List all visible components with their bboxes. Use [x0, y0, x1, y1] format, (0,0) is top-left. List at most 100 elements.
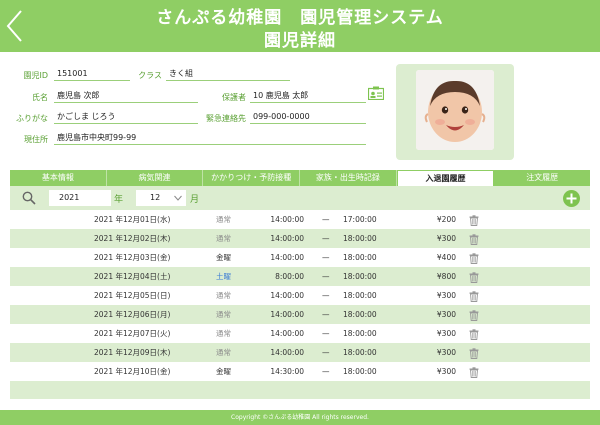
table-row[interactable]: 2021 年12月06日(月) 通常 14:00:00 — 18:00:00 ¥300 — [10, 305, 590, 324]
table-row[interactable]: 2021 年12月03日(金) 金曜 14:00:00 — 18:00:00 ¥400 — [10, 248, 590, 267]
search-icon[interactable] — [22, 191, 36, 205]
photo-frame — [396, 64, 514, 160]
row-check-out: 17:00:00 — [343, 215, 377, 224]
chevron-down-icon — [174, 195, 182, 201]
tab-family-birth[interactable]: 家族・出生時記録 — [300, 170, 397, 186]
list-footer-band — [10, 381, 590, 399]
class-value: きく組 — [166, 67, 290, 81]
name-label: 氏名 — [32, 93, 48, 102]
trash-icon[interactable] — [469, 328, 479, 340]
trash-icon[interactable] — [469, 290, 479, 302]
row-dash: — — [322, 253, 330, 262]
trash-icon[interactable] — [469, 214, 479, 226]
row-date: 2021 年12月10日(金) — [94, 367, 171, 376]
kana-label: ふりがな — [16, 114, 48, 123]
row-check-in: 14:00:00 — [270, 253, 304, 262]
row-check-out: 18:00:00 — [343, 348, 377, 357]
row-check-out: 18:00:00 — [343, 367, 377, 376]
row-date: 2021 年12月02日(木) — [94, 234, 171, 243]
baby-photo-image — [416, 70, 494, 150]
row-type: 通常 — [216, 234, 231, 243]
row-dash: — — [322, 234, 330, 243]
row-check-out: 18:00:00 — [343, 272, 377, 281]
row-price: ¥300 — [436, 234, 456, 243]
kana-value: かごしま じろう — [54, 110, 198, 124]
tab-illness[interactable]: 病気関連 — [107, 170, 204, 186]
tab-clinic-vaccination[interactable]: かかりつけ・予防接種 — [203, 170, 301, 186]
row-price: ¥300 — [436, 329, 456, 338]
plus-circle-icon[interactable] — [563, 190, 580, 207]
row-price: ¥300 — [436, 310, 456, 319]
trash-icon[interactable] — [469, 309, 479, 321]
row-type: 金曜 — [216, 253, 231, 262]
trash-icon[interactable] — [469, 252, 479, 264]
row-dash: — — [322, 348, 330, 357]
trash-icon[interactable] — [469, 271, 479, 283]
address-value: 鹿児島市中央町99-99 — [54, 131, 366, 145]
table-row[interactable]: 2021 年12月09日(木) 通常 14:00:00 — 18:00:00 ¥300 — [10, 343, 590, 362]
row-check-in: 8:00:00 — [275, 272, 304, 281]
emergency-value: 099-000-0000 — [250, 110, 366, 124]
row-check-out: 18:00:00 — [343, 329, 377, 338]
table-row[interactable]: 2021 年12月02日(木) 通常 14:00:00 — 18:00:00 ¥300 — [10, 229, 590, 248]
row-dash: — — [322, 367, 330, 376]
table-row[interactable]: 2021 年12月07日(火) 通常 14:00:00 — 18:00:00 ¥300 — [10, 324, 590, 343]
row-dash: — — [322, 329, 330, 338]
row-price: ¥200 — [436, 215, 456, 224]
class-label: クラス — [138, 71, 162, 80]
row-type: 土曜 — [216, 272, 231, 281]
row-check-out: 18:00:00 — [343, 310, 377, 319]
filter-bar: 年 12 月 — [10, 186, 590, 210]
name-value: 鹿児島 次郎 — [54, 89, 198, 103]
row-check-in: 14:00:00 — [270, 310, 304, 319]
row-check-in: 14:00:00 — [270, 215, 304, 224]
copyright-footer: Copyright ©さんぷる幼稚園 All rights reserved. — [0, 410, 600, 425]
row-date: 2021 年12月09日(木) — [94, 348, 171, 357]
page-title: 園児詳細 — [264, 31, 336, 51]
child-id-label: 園児ID — [23, 71, 48, 80]
row-check-in: 14:00:00 — [270, 291, 304, 300]
row-date: 2021 年12月07日(火) — [94, 329, 171, 338]
guardian-label: 保護者 — [222, 93, 246, 102]
row-price: ¥300 — [436, 348, 456, 357]
row-check-out: 18:00:00 — [343, 253, 377, 262]
row-dash: — — [322, 215, 330, 224]
row-date: 2021 年12月06日(月) — [94, 310, 171, 319]
row-check-in: 14:00:00 — [270, 234, 304, 243]
row-price: ¥300 — [436, 367, 456, 376]
tab-order-history[interactable]: 注文履歴 — [494, 170, 590, 186]
guardian-value: 10 鹿児島 太郎 — [250, 89, 366, 103]
child-photo — [416, 70, 494, 150]
id-card-icon[interactable] — [368, 86, 384, 100]
row-type: 金曜 — [216, 367, 231, 376]
table-row[interactable]: 2021 年12月04日(土) 土曜 8:00:00 — 18:00:00 ¥800 — [10, 267, 590, 286]
trash-icon[interactable] — [469, 347, 479, 359]
year-suffix: 年 — [114, 195, 124, 205]
month-value: 12 — [150, 193, 161, 202]
row-check-in: 14:00:00 — [270, 329, 304, 338]
trash-icon[interactable] — [469, 233, 479, 245]
row-price: ¥300 — [436, 291, 456, 300]
row-price: ¥800 — [436, 272, 456, 281]
row-check-in: 14:00:00 — [270, 348, 304, 357]
tab-basic-info[interactable]: 基本情報 — [10, 170, 107, 186]
child-id-value: 151001 — [54, 67, 130, 81]
trash-icon[interactable] — [469, 366, 479, 378]
row-type: 通常 — [216, 310, 231, 319]
attendance-list: 2021 年12月01日(水) 通常 14:00:00 — 17:00:00 ¥200 20… — [10, 210, 590, 381]
tab-attendance-history[interactable]: 入退園履歴 — [396, 170, 495, 186]
row-dash: — — [322, 272, 330, 281]
app-header: さんぷる幼稚園 園児管理システム 園児詳細 — [0, 0, 600, 52]
row-type: 通常 — [216, 348, 231, 357]
row-date: 2021 年12月03日(金) — [94, 253, 171, 262]
row-dash: — — [322, 291, 330, 300]
year-input[interactable] — [49, 190, 111, 206]
month-select[interactable]: 12 — [136, 190, 186, 206]
row-check-in: 14:30:00 — [270, 367, 304, 376]
detail-tabs: 基本情報 病気関連 かかりつけ・予防接種 家族・出生時記録 入退園履歴 注文履歴 — [10, 170, 590, 186]
month-suffix: 月 — [190, 195, 200, 205]
table-row[interactable]: 2021 年12月01日(水) 通常 14:00:00 — 17:00:00 ¥200 — [10, 210, 590, 229]
table-row[interactable]: 2021 年12月10日(金) 金曜 14:30:00 — 18:00:00 ¥300 — [10, 362, 590, 381]
row-date: 2021 年12月01日(水) — [94, 215, 171, 224]
table-row[interactable]: 2021 年12月05日(日) 通常 14:00:00 — 18:00:00 ¥300 — [10, 286, 590, 305]
